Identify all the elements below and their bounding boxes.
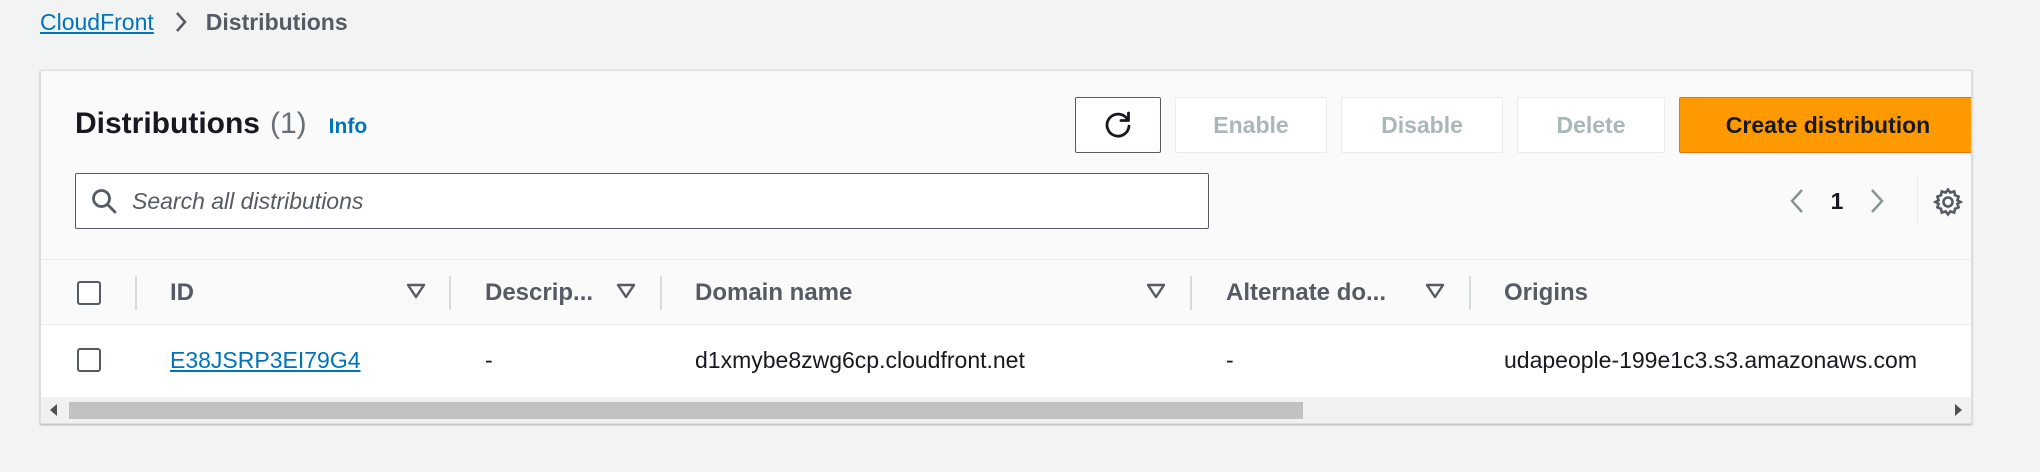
- select-all-checkbox[interactable]: [77, 281, 101, 305]
- column-header-domain-name[interactable]: Domain name: [695, 260, 852, 326]
- pagination-page[interactable]: 1: [1817, 188, 1857, 215]
- table-header: ID Descrip... Domain name Alternate do..…: [41, 259, 1971, 325]
- column-divider: [660, 276, 662, 310]
- search-icon: [90, 187, 118, 215]
- column-header-origins[interactable]: Origins: [1504, 260, 1588, 326]
- sort-icon[interactable]: [1424, 280, 1446, 307]
- row-checkbox[interactable]: [77, 348, 101, 372]
- cell-description: -: [485, 346, 493, 373]
- enable-button[interactable]: Enable: [1175, 97, 1327, 153]
- distribution-id-link[interactable]: E38JSRP3EI79G4: [170, 347, 361, 374]
- refresh-icon: [1103, 110, 1133, 140]
- delete-button[interactable]: Delete: [1517, 97, 1665, 153]
- info-link[interactable]: Info: [329, 115, 367, 139]
- title-row: Distributions (1) Info: [75, 107, 367, 141]
- sort-icon[interactable]: [615, 280, 637, 307]
- scrollbar-thumb[interactable]: [69, 402, 1303, 419]
- chevron-right-icon: [174, 11, 188, 33]
- breadcrumb: CloudFront Distributions: [40, 6, 348, 38]
- search-box: [75, 173, 1209, 229]
- search-input[interactable]: [132, 187, 1172, 215]
- column-divider: [1190, 276, 1192, 310]
- panel-header: Distributions (1) Info Enable Disable De…: [41, 71, 1971, 259]
- scroll-left-icon[interactable]: [41, 397, 67, 423]
- column-header-id[interactable]: ID: [170, 260, 194, 326]
- distribution-count: (1): [270, 107, 307, 140]
- breadcrumb-cloudfront-link[interactable]: CloudFront: [40, 9, 154, 36]
- disable-button[interactable]: Disable: [1341, 97, 1503, 153]
- create-distribution-button[interactable]: Create distribution: [1679, 97, 1971, 153]
- gear-icon[interactable]: [1931, 185, 1965, 219]
- sort-icon[interactable]: [405, 280, 427, 307]
- distributions-panel: Distributions (1) Info Enable Disable De…: [40, 70, 1972, 424]
- sort-icon[interactable]: [1145, 280, 1167, 307]
- pagination: 1: [1777, 181, 1897, 221]
- column-header-alternate-domain[interactable]: Alternate do...: [1226, 260, 1386, 326]
- breadcrumb-current: Distributions: [205, 8, 348, 35]
- column-divider: [135, 276, 137, 310]
- cell-domain-name: d1xmybe8zwg6cp.cloudfront.net: [695, 346, 1025, 373]
- refresh-button[interactable]: [1075, 97, 1161, 153]
- cell-alternate-domain: -: [1226, 346, 1234, 373]
- pager-divider: [1917, 177, 1918, 227]
- column-header-description[interactable]: Descrip...: [485, 260, 593, 326]
- chevron-right-icon[interactable]: [1857, 181, 1897, 221]
- page-title: Distributions: [75, 107, 260, 140]
- scroll-right-icon[interactable]: [1945, 397, 1971, 423]
- table-row: E38JSRP3EI79G4 - d1xmybe8zwg6cp.cloudfro…: [41, 325, 1971, 395]
- chevron-left-icon[interactable]: [1777, 181, 1817, 221]
- horizontal-scrollbar[interactable]: [41, 397, 1971, 423]
- column-divider: [449, 276, 451, 310]
- cell-origins: udapeople-199e1c3.s3.amazonaws.com: [1504, 346, 1917, 373]
- column-divider: [1469, 276, 1471, 310]
